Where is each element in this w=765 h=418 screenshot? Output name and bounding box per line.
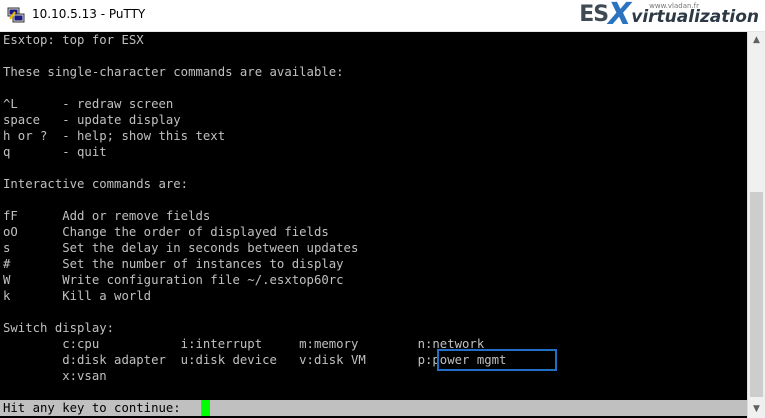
- terminal-cursor: [201, 400, 210, 416]
- scroll-up-arrow-icon[interactable]: ▲: [748, 32, 765, 49]
- terminal-line: x:vsan: [3, 369, 107, 383]
- vertical-scrollbar[interactable]: ▲ ▼: [747, 32, 765, 418]
- watermark-x: X: [608, 0, 632, 32]
- title-bar[interactable]: 10.10.5.13 - PuTTY www.vladan.fr ESXvirt…: [0, 0, 765, 32]
- putty-window: 10.10.5.13 - PuTTY www.vladan.fr ESXvirt…: [0, 0, 765, 418]
- terminal-line: h or ? - help; show this text: [3, 129, 226, 143]
- terminal-line: d:disk adapter u:disk device v:disk VM p…: [3, 353, 507, 367]
- watermark-logo: www.vladan.fr ESXvirtualization: [579, 0, 759, 32]
- scroll-down-arrow-icon[interactable]: ▼: [748, 401, 765, 418]
- terminal-line: s Set the delay in seconds between updat…: [3, 241, 359, 255]
- watermark-esx: ES: [579, 2, 609, 27]
- continue-prompt: Hit any key to continue:: [3, 401, 189, 415]
- terminal-line: q - quit: [3, 145, 107, 159]
- terminal-line: ^L - redraw screen: [3, 97, 174, 111]
- terminal-screen[interactable]: Esxtop: top for ESX These single-charact…: [0, 32, 747, 418]
- terminal-line: These single-character commands are avai…: [3, 65, 344, 79]
- window-title: 10.10.5.13 - PuTTY: [32, 7, 146, 21]
- scroll-thumb[interactable]: [750, 192, 763, 397]
- watermark-url: www.vladan.fr: [649, 2, 699, 10]
- terminal-line: k Kill a world: [3, 289, 152, 303]
- terminal-line: Switch display:: [3, 321, 115, 335]
- terminal-line: c:cpu i:interrupt m:memory n:network: [3, 337, 485, 351]
- terminal-line: fF Add or remove fields: [3, 209, 211, 223]
- terminal-line: Esxtop: top for ESX: [3, 33, 144, 47]
- terminal-line: W Write configuration file ~/.esxtop60rc: [3, 273, 344, 287]
- terminal-line: oO Change the order of displayed fields: [3, 225, 329, 239]
- terminal-line: Interactive commands are:: [3, 177, 189, 191]
- putty-icon[interactable]: [7, 6, 25, 24]
- watermark-virtualization: virtualization: [631, 7, 759, 27]
- power-mgmt-highlight-box: [437, 349, 557, 371]
- terminal-line: space - update display: [3, 113, 181, 127]
- terminal-line: # Set the number of instances to display: [3, 257, 344, 271]
